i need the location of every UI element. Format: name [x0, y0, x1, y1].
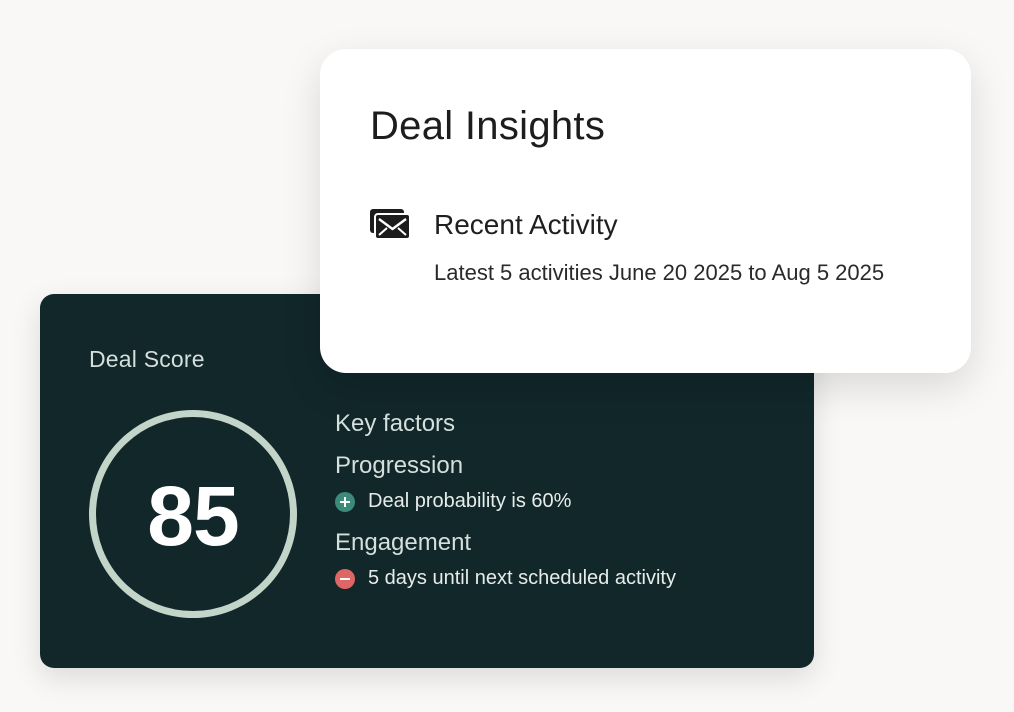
factor-row-progression: Deal probability is 60% [335, 490, 676, 513]
plus-circle-icon [335, 491, 355, 512]
key-factors: Key factors Progression Deal probability… [335, 410, 676, 606]
deal-insights-title: Deal Insights [370, 104, 606, 148]
recent-activity-title: Recent Activity [434, 209, 618, 240]
deal-score-ring: 85 [89, 410, 297, 618]
key-factors-label: Key factors [335, 410, 456, 437]
deal-insights-card: Deal Insights Recent Activity Latest 5 a… [320, 49, 971, 373]
factor-text-engagement: 5 days until next scheduled activity [368, 567, 676, 589]
factor-text-progression: Deal probability is 60% [368, 490, 572, 512]
deal-score-value: 85 [147, 468, 239, 563]
factor-heading-engagement: Engagement [335, 529, 472, 556]
recent-activity-description: Latest 5 activities June 20 2025 to Aug … [434, 260, 885, 285]
factor-heading-progression: Progression [335, 452, 464, 479]
minus-circle-icon [335, 568, 355, 589]
deal-score-label: Deal Score [89, 346, 205, 372]
factor-row-engagement: 5 days until next scheduled activity [335, 567, 676, 590]
envelope-icon [369, 208, 411, 240]
